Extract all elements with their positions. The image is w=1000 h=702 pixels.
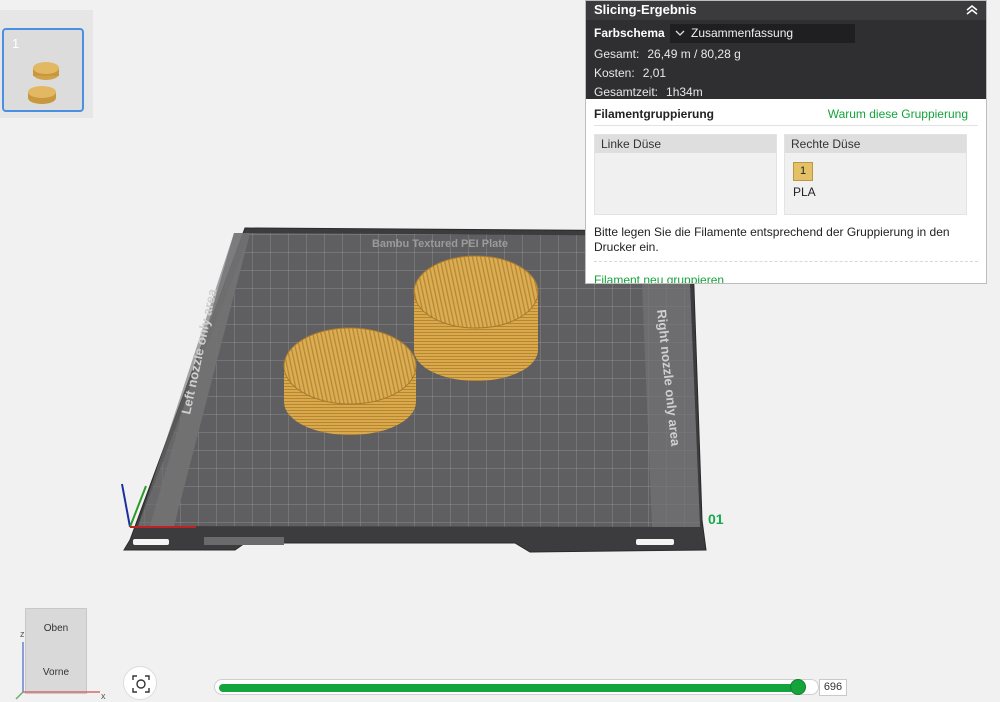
model-object-left[interactable] [283,327,417,435]
view-axes-icon: z x [15,629,106,701]
plate-index-label: 01 [708,511,724,527]
fit-view-button[interactable] [123,666,157,700]
stat-total-row: Gesamt: 26,49 m / 80,28 g [594,45,978,64]
panel-header: Slicing-Ergebnis [586,1,986,20]
color-scheme-dropdown[interactable]: Zusammenfassung [670,23,855,43]
right-nozzle-box: Rechte Düse 1 PLA [784,134,967,215]
stat-cost-value: 2,01 [642,66,667,80]
panel-title: Slicing-Ergebnis [594,2,697,17]
stat-time-label: Gesamtzeit: [594,85,659,99]
stat-cost-label: Kosten: [594,66,635,80]
plate-preview-image [28,62,59,104]
stat-time-value: 1h34m [666,85,703,99]
collapse-icon[interactable] [964,2,980,18]
slicing-result-panel: Slicing-Ergebnis Farbschema Zusammenfass… [585,0,987,284]
divider [594,261,978,262]
filament-type: PLA [793,185,816,199]
color-scheme-value: Zusammenfassung [691,25,794,40]
grouping-hint: Bitte legen Sie die Filamente entspreche… [594,225,950,254]
grouping-title: Filamentgruppierung [594,106,714,121]
axis-x-label: x [101,691,106,701]
layer-slider[interactable] [214,679,819,695]
bed-title-text: Bambu Textured PEI Plate [372,238,508,250]
left-nozzle-box: Linke Düse [594,134,777,215]
chevron-down-icon [675,30,685,36]
stat-time-row: Gesamtzeit: 1h34m [594,83,978,102]
regroup-filament-link[interactable]: Filament neu gruppieren [594,273,978,283]
slicing-summary: Farbschema Zusammenfassung Gesamt: 26,49 … [586,20,986,99]
layer-slider-fill [219,684,795,692]
layer-value: 696 [819,679,847,696]
right-nozzle-label: Rechte Düse [785,135,966,153]
filament-grouping-section: Filamentgruppierung Warum diese Gruppier… [586,102,986,283]
model-object-right[interactable] [413,255,539,381]
filament-chip[interactable]: 1 [793,162,813,181]
stat-total-label: Gesamt: [594,47,640,61]
color-scheme-label: Farbschema [594,26,665,40]
fit-view-icon [132,675,150,693]
axis-z-label: z [20,629,25,639]
plate-thumbnail[interactable]: 1 [2,28,84,112]
stat-cost-row: Kosten: 2,01 [594,64,978,83]
left-nozzle-label: Linke Düse [595,135,776,153]
stat-total-value: 26,49 m / 80,28 g [647,47,741,61]
plate-list: 1 [0,10,93,118]
layer-slider-thumb[interactable] [790,679,807,695]
why-grouping-link[interactable]: Warum diese Gruppierung [828,107,978,121]
